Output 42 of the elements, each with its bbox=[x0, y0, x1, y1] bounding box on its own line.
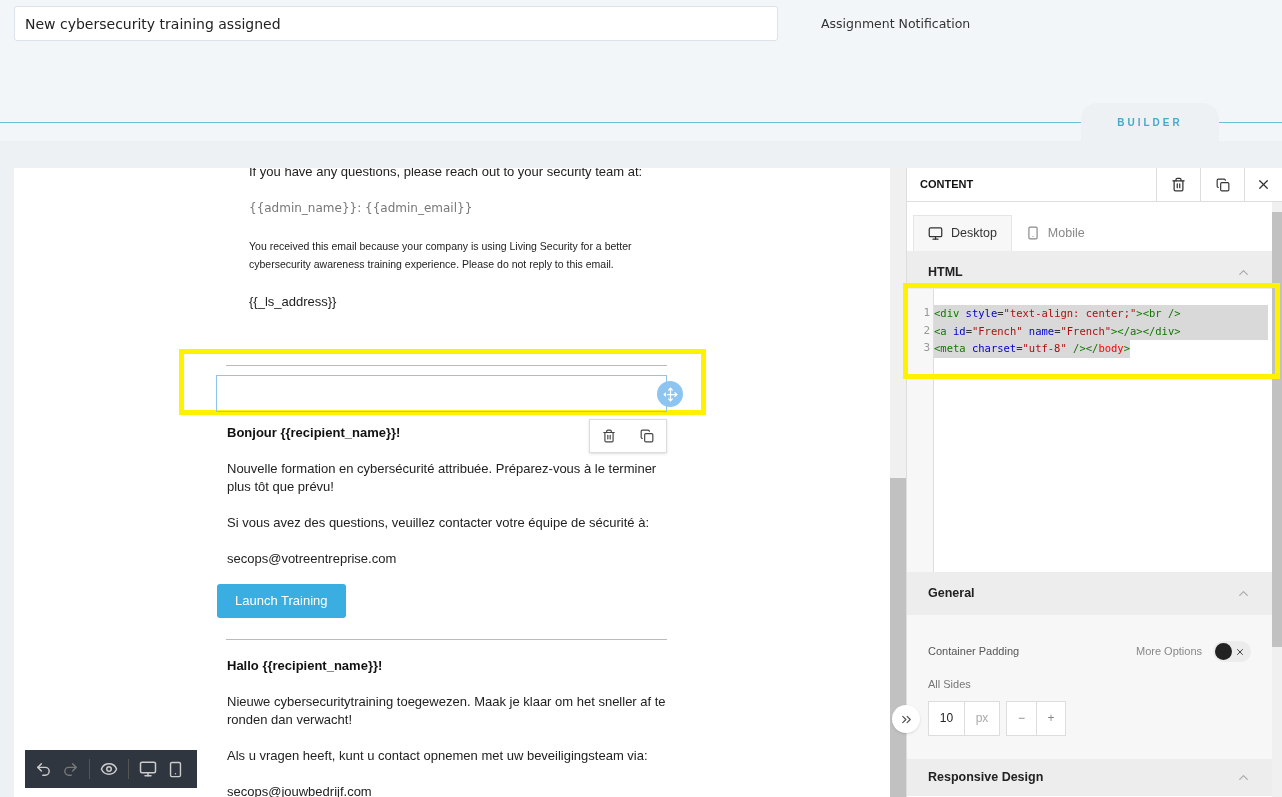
field-label: Container Padding bbox=[928, 644, 1021, 660]
duplicate-icon[interactable] bbox=[640, 429, 654, 443]
line-number: 3 bbox=[922, 340, 931, 356]
undo-icon[interactable] bbox=[35, 760, 52, 778]
email-paragraph: {{admin_name}}: {{admin_email}} bbox=[248, 200, 474, 217]
field-label: All Sides bbox=[928, 677, 972, 692]
preview-icon[interactable] bbox=[100, 760, 118, 778]
line-number: 1 bbox=[922, 305, 931, 321]
email-paragraph: secops@votreentreprise.com bbox=[226, 550, 398, 568]
close-icon bbox=[1256, 177, 1271, 192]
email-paragraph: Als u vragen heeft, kunt u contact opnemen met uw beveiligingsteam via: bbox=[226, 746, 649, 765]
line-number: 2 bbox=[922, 322, 931, 339]
move-handle[interactable] bbox=[657, 381, 683, 407]
mobile-icon bbox=[1025, 226, 1040, 240]
decrement-button[interactable]: − bbox=[1007, 701, 1036, 735]
redo-icon[interactable] bbox=[62, 760, 79, 778]
move-icon bbox=[662, 386, 678, 402]
subject-field[interactable]: New cybersecurity training assigned bbox=[14, 6, 778, 41]
more-options-label: More Options bbox=[1135, 644, 1202, 660]
more-options-toggle[interactable] bbox=[1213, 641, 1251, 662]
panel-title: CONTENT bbox=[919, 177, 975, 193]
section-header[interactable]: General bbox=[907, 572, 1272, 615]
desktop-icon bbox=[928, 226, 943, 241]
trash-icon bbox=[1171, 177, 1186, 192]
email-paragraph: Si vous avez des questions, veuillez contacter votre équipe de sécurité à: bbox=[226, 514, 651, 532]
email-paragraph: {{_ls_address}} bbox=[248, 293, 338, 311]
email-heading: Hallo {{recipient_name}}! bbox=[226, 656, 384, 675]
increment-button[interactable]: + bbox=[1036, 701, 1065, 735]
view-tab[interactable]: Mobile bbox=[1011, 215, 1099, 251]
email-footer-text: You received this email because your company is using Living Security for a better cybersecurity awareness training experience. Please do not reply to this email. bbox=[248, 239, 633, 272]
section-header[interactable]: Responsive Design bbox=[907, 759, 1272, 796]
mobile-icon[interactable] bbox=[167, 760, 184, 778]
delete-icon[interactable] bbox=[602, 429, 616, 443]
desktop-icon[interactable] bbox=[139, 760, 157, 778]
email-heading: Bonjour {{recipient_name}}! bbox=[226, 424, 402, 442]
padding-field[interactable]: 10 px bbox=[928, 700, 1000, 736]
view-tab[interactable]: Desktop bbox=[913, 215, 1012, 251]
notification-label: Assignment Notification bbox=[821, 15, 971, 33]
email-paragraph: Nouvelle formation en cybersécurité attribuée. Préparez-vous à le terminer plus tôt que prévu! bbox=[226, 460, 658, 496]
duplicate-icon bbox=[1215, 177, 1230, 192]
email-paragraph: Nieuwe cybersecuritytraining toegewezen. Maak je klaar om het sneller af te ronden dan verwacht! bbox=[226, 692, 667, 729]
close-icon bbox=[1235, 646, 1245, 657]
